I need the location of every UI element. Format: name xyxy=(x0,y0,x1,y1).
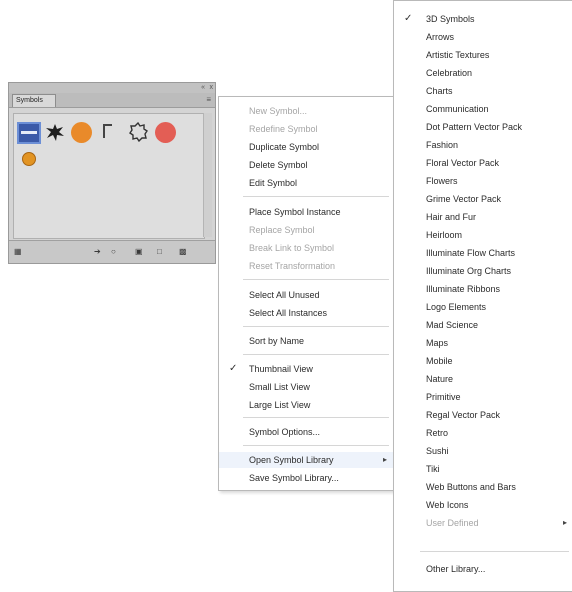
library-item-flowers[interactable]: Flowers xyxy=(394,173,572,189)
symbols-panel: « x Symbols ≡ ▦ ➔ ○ ▣ □ ▩ xyxy=(8,82,216,264)
panel-bottom-toolbar: ▦ ➔ ○ ▣ □ ▩ xyxy=(9,240,215,263)
new-symbol-icon[interactable]: □ xyxy=(157,247,162,256)
gear-outline-icon xyxy=(129,121,148,143)
library-item-other-library[interactable]: Other Library... xyxy=(394,561,572,577)
menu-separator xyxy=(243,326,389,327)
library-item-primitive[interactable]: Primitive xyxy=(394,389,572,405)
menu-item-large-list-view[interactable]: Large List View xyxy=(219,397,393,413)
menu-item-symbol-options[interactable]: Symbol Options... xyxy=(219,424,393,440)
menu-item-thumbnail-view[interactable]: Thumbnail View xyxy=(219,361,393,377)
library-item-floral[interactable]: Floral Vector Pack xyxy=(394,155,572,171)
library-item-retro[interactable]: Retro xyxy=(394,425,572,441)
symbol-thumbnail-banner[interactable] xyxy=(17,122,41,144)
library-item-user-defined[interactable]: User Defined xyxy=(394,515,572,531)
symbol-thumbnail-orange-circle[interactable] xyxy=(71,122,92,143)
menu-item-replace-symbol[interactable]: Replace Symbol xyxy=(219,222,393,238)
panel-scrollbar[interactable] xyxy=(203,113,212,237)
library-item-communication[interactable]: Communication xyxy=(394,101,572,117)
library-item-web-buttons[interactable]: Web Buttons and Bars xyxy=(394,479,572,495)
panel-menu-icon[interactable]: ≡ xyxy=(206,95,211,104)
menu-separator xyxy=(420,551,569,552)
library-item-charts[interactable]: Charts xyxy=(394,83,572,99)
menu-item-reset-transformation[interactable]: Reset Transformation xyxy=(219,258,393,274)
menu-item-edit-symbol[interactable]: Edit Symbol xyxy=(219,175,393,191)
library-item-illuminate-ribbons[interactable]: Illuminate Ribbons xyxy=(394,281,572,297)
library-item-mad-science[interactable]: Mad Science xyxy=(394,317,572,333)
panel-title-bar[interactable]: « x xyxy=(9,83,215,93)
library-item-web-icons[interactable]: Web Icons xyxy=(394,497,572,513)
symbol-thumbnail-bracket[interactable] xyxy=(100,122,114,142)
menu-item-new-symbol[interactable]: New Symbol... xyxy=(219,103,393,119)
menu-separator xyxy=(243,279,389,280)
library-item-mobile[interactable]: Mobile xyxy=(394,353,572,369)
library-item-sushi[interactable]: Sushi xyxy=(394,443,572,459)
library-item-logo-elements[interactable]: Logo Elements xyxy=(394,299,572,315)
menu-item-duplicate-symbol[interactable]: Duplicate Symbol xyxy=(219,139,393,155)
library-item-maps[interactable]: Maps xyxy=(394,335,572,351)
menu-item-select-all-unused[interactable]: Select All Unused xyxy=(219,287,393,303)
library-item-artistic-textures[interactable]: Artistic Textures xyxy=(394,47,572,63)
menu-item-delete-symbol[interactable]: Delete Symbol xyxy=(219,157,393,173)
symbols-panel-menu: New Symbol... Redefine Symbol Duplicate … xyxy=(218,96,394,491)
menu-item-break-link[interactable]: Break Link to Symbol xyxy=(219,240,393,256)
tab-symbols[interactable]: Symbols xyxy=(12,94,56,107)
delete-icon[interactable]: ▩ xyxy=(179,247,187,256)
place-instance-icon[interactable]: ➔ xyxy=(94,247,101,256)
library-item-hair-and-fur[interactable]: Hair and Fur xyxy=(394,209,572,225)
menu-item-sort-by-name[interactable]: Sort by Name xyxy=(219,333,393,349)
library-item-tiki[interactable]: Tiki xyxy=(394,461,572,477)
symbols-grid xyxy=(13,113,205,239)
break-link-icon[interactable]: ○ xyxy=(111,247,116,256)
collapse-icon[interactable]: « xyxy=(201,84,205,92)
symbol-library-submenu: 3D Symbols Arrows Artistic Textures Cele… xyxy=(393,0,572,592)
library-menu-icon[interactable]: ▦ xyxy=(14,247,22,256)
symbol-thumbnail-small-orange[interactable] xyxy=(22,152,36,166)
menu-separator xyxy=(243,354,389,355)
menu-separator xyxy=(243,417,389,418)
splat-icon xyxy=(46,124,64,141)
library-item-fashion[interactable]: Fashion xyxy=(394,137,572,153)
library-item-regal[interactable]: Regal Vector Pack xyxy=(394,407,572,423)
symbol-thumbnail-red-circle[interactable] xyxy=(155,122,176,143)
menu-item-place-symbol-instance[interactable]: Place Symbol Instance xyxy=(219,204,393,220)
symbol-thumbnail-gear[interactable] xyxy=(128,121,148,143)
library-item-3d-symbols[interactable]: 3D Symbols xyxy=(394,11,572,27)
menu-item-select-all-instances[interactable]: Select All Instances xyxy=(219,305,393,321)
menu-item-small-list-view[interactable]: Small List View xyxy=(219,379,393,395)
library-item-celebration[interactable]: Celebration xyxy=(394,65,572,81)
symbol-thumbnail-splat[interactable] xyxy=(45,122,65,142)
library-item-illuminate-flow[interactable]: Illuminate Flow Charts xyxy=(394,245,572,261)
panel-tab-row: Symbols ≡ xyxy=(9,93,215,108)
library-item-nature[interactable]: Nature xyxy=(394,371,572,387)
library-item-arrows[interactable]: Arrows xyxy=(394,29,572,45)
library-item-illuminate-org[interactable]: Illuminate Org Charts xyxy=(394,263,572,279)
library-item-dot-pattern[interactable]: Dot Pattern Vector Pack xyxy=(394,119,572,135)
menu-separator xyxy=(243,196,389,197)
menu-item-open-symbol-library[interactable]: Open Symbol Library xyxy=(219,452,393,468)
menu-item-save-symbol-library[interactable]: Save Symbol Library... xyxy=(219,470,393,486)
menu-separator xyxy=(243,445,389,446)
close-icon[interactable]: x xyxy=(210,84,214,92)
library-item-grime[interactable]: Grime Vector Pack xyxy=(394,191,572,207)
library-item-heirloom[interactable]: Heirloom xyxy=(394,227,572,243)
menu-item-redefine-symbol[interactable]: Redefine Symbol xyxy=(219,121,393,137)
symbol-options-icon[interactable]: ▣ xyxy=(135,247,143,256)
